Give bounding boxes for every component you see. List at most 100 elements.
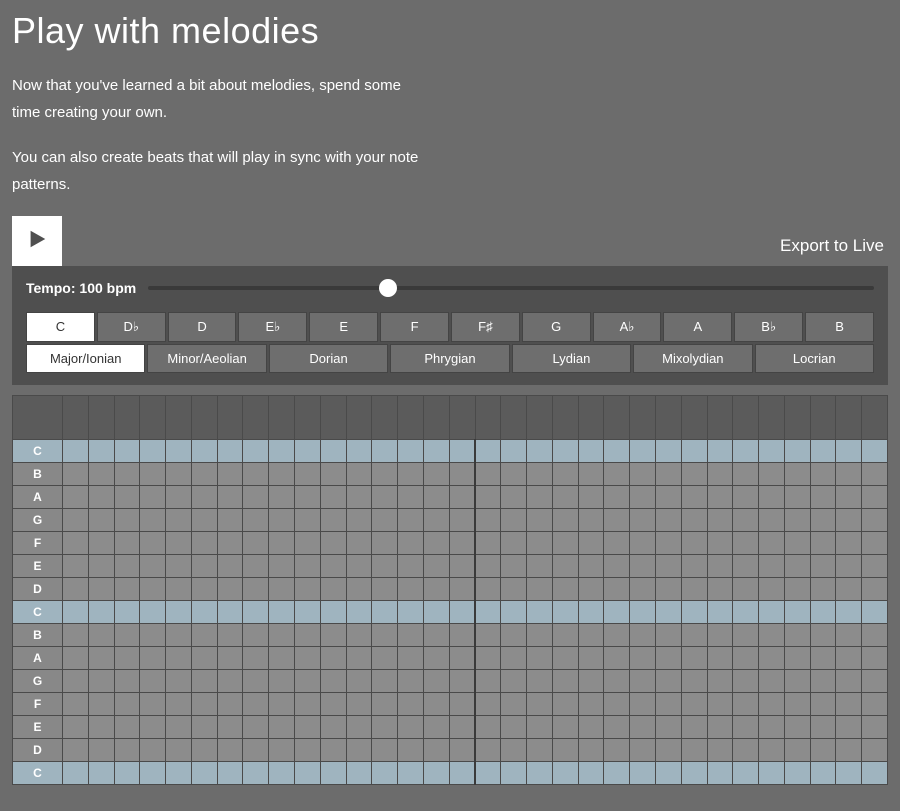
note-cell[interactable] <box>423 440 449 463</box>
note-cell[interactable] <box>784 463 810 486</box>
note-cell[interactable] <box>243 716 269 739</box>
note-cell[interactable] <box>681 647 707 670</box>
note-cell[interactable] <box>269 624 295 647</box>
note-cell[interactable] <box>217 555 243 578</box>
note-cell[interactable] <box>475 486 501 509</box>
note-cell[interactable] <box>217 440 243 463</box>
note-cell[interactable] <box>784 762 810 785</box>
note-cell[interactable] <box>63 578 89 601</box>
note-cell[interactable] <box>295 716 321 739</box>
note-cell[interactable] <box>552 601 578 624</box>
note-cell[interactable] <box>191 716 217 739</box>
note-cell[interactable] <box>243 647 269 670</box>
note-cell[interactable] <box>475 440 501 463</box>
note-cell[interactable] <box>501 716 527 739</box>
note-cell[interactable] <box>681 624 707 647</box>
note-cell[interactable] <box>88 739 114 762</box>
note-cell[interactable] <box>475 670 501 693</box>
note-cell[interactable] <box>88 762 114 785</box>
note-cell[interactable] <box>423 739 449 762</box>
note-cell[interactable] <box>836 670 862 693</box>
note-cell[interactable] <box>346 509 372 532</box>
note-cell[interactable] <box>527 463 553 486</box>
note-cell[interactable] <box>166 647 192 670</box>
note-cell[interactable] <box>527 555 553 578</box>
note-cell[interactable] <box>449 716 475 739</box>
note-cell[interactable] <box>320 463 346 486</box>
note-cell[interactable] <box>862 762 888 785</box>
note-cell[interactable] <box>346 601 372 624</box>
note-cell[interactable] <box>398 532 424 555</box>
note-cell[interactable] <box>346 440 372 463</box>
note-cell[interactable] <box>269 693 295 716</box>
note-cell[interactable] <box>836 440 862 463</box>
note-cell[interactable] <box>243 578 269 601</box>
note-cell[interactable] <box>552 486 578 509</box>
note-cell[interactable] <box>372 716 398 739</box>
note-cell[interactable] <box>398 440 424 463</box>
key-cell[interactable]: C <box>26 312 95 342</box>
note-cell[interactable] <box>166 440 192 463</box>
play-button[interactable] <box>12 216 62 266</box>
note-cell[interactable] <box>88 463 114 486</box>
note-cell[interactable] <box>784 670 810 693</box>
note-cell[interactable] <box>578 601 604 624</box>
note-cell[interactable] <box>527 578 553 601</box>
note-cell[interactable] <box>166 670 192 693</box>
note-cell[interactable] <box>862 693 888 716</box>
note-cell[interactable] <box>604 601 630 624</box>
note-cell[interactable] <box>140 647 166 670</box>
note-cell[interactable] <box>140 693 166 716</box>
note-cell[interactable] <box>810 693 836 716</box>
note-cell[interactable] <box>630 509 656 532</box>
note-cell[interactable] <box>88 647 114 670</box>
note-cell[interactable] <box>295 762 321 785</box>
note-cell[interactable] <box>63 693 89 716</box>
note-cell[interactable] <box>578 463 604 486</box>
note-cell[interactable] <box>88 440 114 463</box>
note-cell[interactable] <box>707 762 733 785</box>
note-cell[interactable] <box>269 509 295 532</box>
note-cell[interactable] <box>346 463 372 486</box>
note-cell[interactable] <box>191 762 217 785</box>
mode-cell[interactable]: Major/Ionian <box>26 344 145 373</box>
note-cell[interactable] <box>88 555 114 578</box>
note-cell[interactable] <box>707 739 733 762</box>
note-cell[interactable] <box>449 578 475 601</box>
note-cell[interactable] <box>810 647 836 670</box>
note-cell[interactable] <box>501 601 527 624</box>
note-cell[interactable] <box>449 624 475 647</box>
note-cell[interactable] <box>140 532 166 555</box>
note-cell[interactable] <box>681 578 707 601</box>
note-cell[interactable] <box>243 555 269 578</box>
note-cell[interactable] <box>527 440 553 463</box>
key-cell[interactable]: F <box>380 312 449 342</box>
note-cell[interactable] <box>295 670 321 693</box>
note-cell[interactable] <box>501 555 527 578</box>
note-cell[interactable] <box>810 555 836 578</box>
note-cell[interactable] <box>784 716 810 739</box>
note-cell[interactable] <box>372 739 398 762</box>
note-cell[interactable] <box>63 670 89 693</box>
note-cell[interactable] <box>578 555 604 578</box>
note-cell[interactable] <box>552 463 578 486</box>
note-cell[interactable] <box>423 647 449 670</box>
note-cell[interactable] <box>655 578 681 601</box>
note-cell[interactable] <box>320 509 346 532</box>
note-cell[interactable] <box>191 693 217 716</box>
note-cell[interactable] <box>733 762 759 785</box>
note-cell[interactable] <box>655 693 681 716</box>
note-cell[interactable] <box>733 647 759 670</box>
note-cell[interactable] <box>681 670 707 693</box>
note-cell[interactable] <box>862 532 888 555</box>
note-cell[interactable] <box>320 601 346 624</box>
key-cell[interactable]: G <box>522 312 591 342</box>
note-cell[interactable] <box>655 739 681 762</box>
note-cell[interactable] <box>501 739 527 762</box>
note-cell[interactable] <box>836 716 862 739</box>
note-cell[interactable] <box>295 532 321 555</box>
note-cell[interactable] <box>733 532 759 555</box>
note-cell[interactable] <box>759 440 785 463</box>
note-cell[interactable] <box>707 509 733 532</box>
note-cell[interactable] <box>191 463 217 486</box>
